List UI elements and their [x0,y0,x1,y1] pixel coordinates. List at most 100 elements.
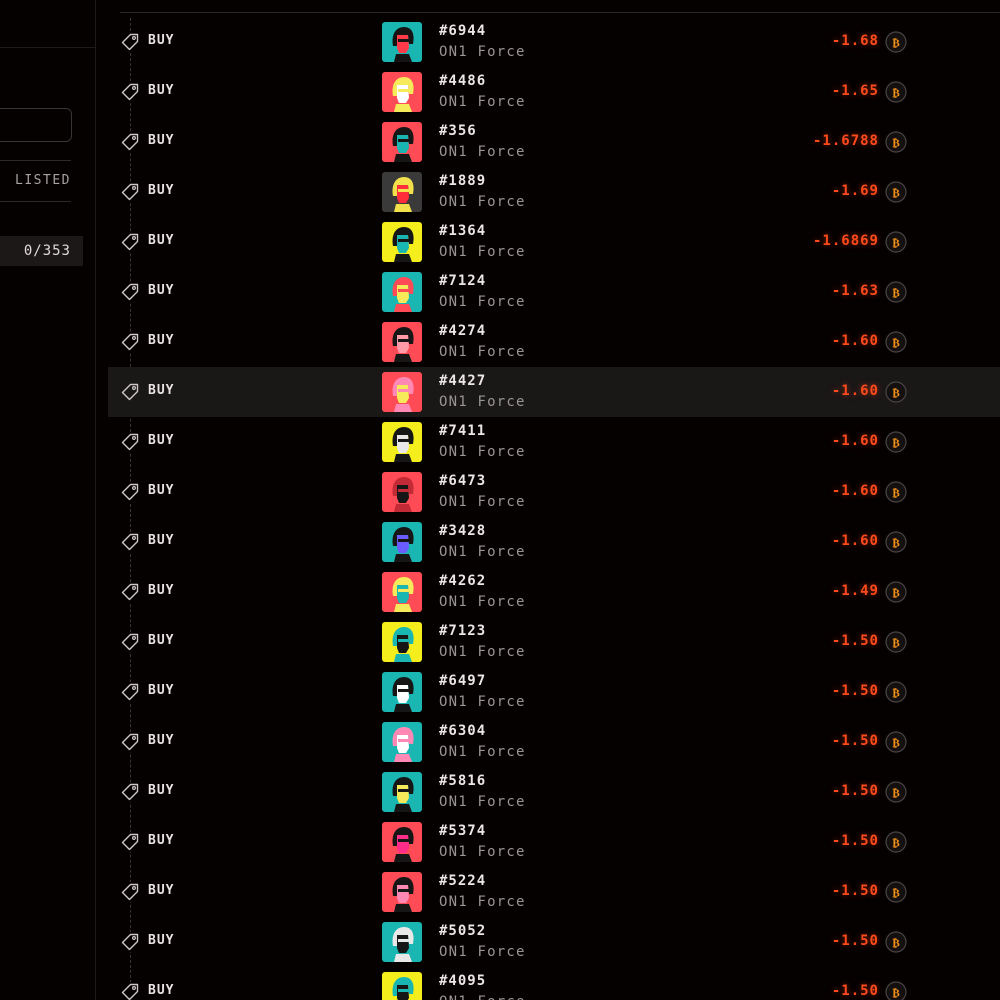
token-id[interactable]: #6304 [439,723,486,739]
buy-action-label[interactable]: BUY [148,33,174,48]
buy-action-label[interactable]: BUY [148,83,174,98]
listing-row[interactable]: BUY #4427 ON1 Force -1.60 ₿ [96,367,1000,417]
nft-avatar[interactable] [382,222,422,262]
search-input[interactable] [0,108,72,142]
buy-action-label[interactable]: BUY [148,733,174,748]
listed-filter-label[interactable]: LISTED [15,173,71,188]
listing-row[interactable]: BUY #4486 ON1 Force -1.65 ₿ [96,67,1000,117]
token-id[interactable]: #6944 [439,23,486,39]
listing-row[interactable]: BUY #3428 ON1 Force -1.60 ₿ [96,517,1000,567]
token-id[interactable]: #6473 [439,473,486,489]
listing-row[interactable]: BUY #6497 ON1 Force -1.50 ₿ [96,667,1000,717]
buy-action-label[interactable]: BUY [148,283,174,298]
listing-row[interactable]: BUY #7123 ON1 Force -1.50 ₿ [96,617,1000,667]
collection-name[interactable]: ON1 Force [439,644,526,660]
nft-avatar[interactable] [382,872,422,912]
collection-name[interactable]: ON1 Force [439,994,526,1000]
token-id[interactable]: #4262 [439,573,486,589]
nft-avatar[interactable] [382,172,422,212]
buy-action-label[interactable]: BUY [148,133,174,148]
listing-row[interactable]: BUY #6944 ON1 Force -1.68 ₿ [96,17,1000,67]
nft-avatar[interactable] [382,922,422,962]
token-id[interactable]: #5052 [439,923,486,939]
listing-row[interactable]: BUY #4274 ON1 Force -1.60 ₿ [96,317,1000,367]
listing-row[interactable]: BUY #356 ON1 Force -1.6788 ₿ [96,117,1000,167]
nft-avatar[interactable] [382,622,422,662]
token-id[interactable]: #7411 [439,423,486,439]
listing-row[interactable]: BUY #1889 ON1 Force -1.69 ₿ [96,167,1000,217]
nft-avatar[interactable] [382,122,422,162]
buy-action-label[interactable]: BUY [148,433,174,448]
collection-name[interactable]: ON1 Force [439,944,526,960]
collection-name[interactable]: ON1 Force [439,844,526,860]
token-id[interactable]: #5374 [439,823,486,839]
nft-avatar[interactable] [382,772,422,812]
collection-name[interactable]: ON1 Force [439,494,526,510]
buy-action-label[interactable]: BUY [148,583,174,598]
token-id[interactable]: #1889 [439,173,486,189]
collection-name[interactable]: ON1 Force [439,544,526,560]
token-id[interactable]: #7123 [439,623,486,639]
token-id[interactable]: #5816 [439,773,486,789]
buy-action-label[interactable]: BUY [148,233,174,248]
nft-avatar[interactable] [382,722,422,762]
listing-row[interactable]: BUY #4095 ON1 Force -1.50 ₿ [96,967,1000,1000]
collection-name[interactable]: ON1 Force [439,794,526,810]
collection-name[interactable]: ON1 Force [439,744,526,760]
token-id[interactable]: #4274 [439,323,486,339]
token-id[interactable]: #5224 [439,873,486,889]
collection-name[interactable]: ON1 Force [439,144,526,160]
buy-action-label[interactable]: BUY [148,183,174,198]
listing-row[interactable]: BUY #5816 ON1 Force -1.50 ₿ [96,767,1000,817]
collection-name[interactable]: ON1 Force [439,394,526,410]
nft-avatar[interactable] [382,472,422,512]
collection-name[interactable]: ON1 Force [439,694,526,710]
nft-avatar[interactable] [382,572,422,612]
collection-name[interactable]: ON1 Force [439,94,526,110]
nft-avatar[interactable] [382,672,422,712]
nft-avatar[interactable] [382,972,422,1000]
buy-action-label[interactable]: BUY [148,333,174,348]
collection-name[interactable]: ON1 Force [439,344,526,360]
listing-row[interactable]: BUY #5052 ON1 Force -1.50 ₿ [96,917,1000,967]
listing-row[interactable]: BUY #7124 ON1 Force -1.63 ₿ [96,267,1000,317]
collection-name[interactable]: ON1 Force [439,594,526,610]
listing-row[interactable]: BUY #5224 ON1 Force -1.50 ₿ [96,867,1000,917]
buy-action-label[interactable]: BUY [148,933,174,948]
token-id[interactable]: #4427 [439,373,486,389]
buy-action-label[interactable]: BUY [148,683,174,698]
collection-name[interactable]: ON1 Force [439,894,526,910]
listing-row[interactable]: BUY #1364 ON1 Force -1.6869 ₿ [96,217,1000,267]
nft-avatar[interactable] [382,22,422,62]
collection-name[interactable]: ON1 Force [439,294,526,310]
collection-name[interactable]: ON1 Force [439,444,526,460]
nft-avatar[interactable] [382,522,422,562]
buy-action-label[interactable]: BUY [148,783,174,798]
listing-row[interactable]: BUY #5374 ON1 Force -1.50 ₿ [96,817,1000,867]
nft-avatar[interactable] [382,422,422,462]
listing-row[interactable]: BUY #6473 ON1 Force -1.60 ₿ [96,467,1000,517]
listing-row[interactable]: BUY #4262 ON1 Force -1.49 ₿ [96,567,1000,617]
token-id[interactable]: #6497 [439,673,486,689]
nft-avatar[interactable] [382,272,422,312]
buy-action-label[interactable]: BUY [148,533,174,548]
nft-avatar[interactable] [382,822,422,862]
token-id[interactable]: #356 [439,123,477,139]
collection-name[interactable]: ON1 Force [439,44,526,60]
collection-name[interactable]: ON1 Force [439,244,526,260]
buy-action-label[interactable]: BUY [148,883,174,898]
token-id[interactable]: #7124 [439,273,486,289]
listing-row[interactable]: BUY #7411 ON1 Force -1.60 ₿ [96,417,1000,467]
nft-avatar[interactable] [382,372,422,412]
token-id[interactable]: #4095 [439,973,486,989]
buy-action-label[interactable]: BUY [148,383,174,398]
buy-action-label[interactable]: BUY [148,483,174,498]
token-id[interactable]: #1364 [439,223,486,239]
token-id[interactable]: #3428 [439,523,486,539]
buy-action-label[interactable]: BUY [148,833,174,848]
listing-row[interactable]: BUY #6304 ON1 Force -1.50 ₿ [96,717,1000,767]
buy-action-label[interactable]: BUY [148,633,174,648]
buy-action-label[interactable]: BUY [148,983,174,998]
collection-name[interactable]: ON1 Force [439,194,526,210]
nft-avatar[interactable] [382,72,422,112]
